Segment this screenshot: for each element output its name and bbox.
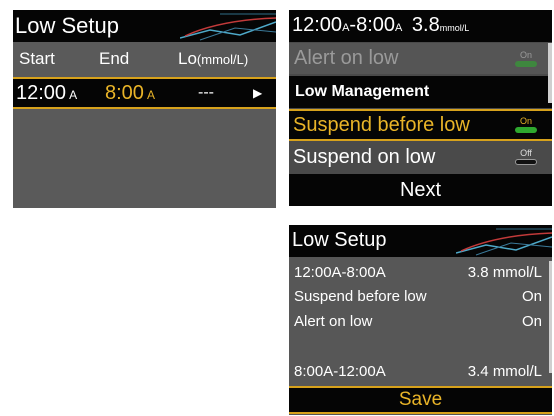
suspend-before-low-item[interactable]: Suspend before low On bbox=[289, 109, 552, 141]
summary-row: 8:00A-12:00A 3.4 mmol/L bbox=[289, 360, 552, 382]
screen-title: Low Setup bbox=[292, 229, 387, 251]
column-lo: Lo(mmol/L) bbox=[178, 49, 249, 68]
next-button-label: Next bbox=[399, 178, 442, 201]
title-bar: Low Setup bbox=[13, 10, 276, 42]
low-setup-summary-screen: Low Setup 12:00A-8:00A 3.8 mmol/L Suspen… bbox=[289, 225, 552, 415]
summary-left: 8:00A-12:00A bbox=[294, 362, 386, 380]
summary-row: Alert on low On bbox=[289, 310, 552, 332]
screen-title: Low Setup bbox=[15, 13, 119, 38]
low-setup-list-screen: Low Setup Start End Lo(mmol/L) 12:00 A 8:… bbox=[13, 10, 276, 208]
segment-lo-value[interactable]: --- bbox=[198, 84, 214, 102]
segment-end-time[interactable]: 8:00 A bbox=[105, 82, 155, 105]
column-start: Start bbox=[19, 49, 55, 68]
suspend-on-low-label: Suspend on low bbox=[293, 145, 436, 168]
suspend-before-low-toggle[interactable]: On bbox=[515, 116, 537, 134]
segment-title: 12:00A-8:00A 3.8mmol/L bbox=[292, 14, 470, 36]
alert-on-low-toggle[interactable]: On bbox=[515, 50, 537, 68]
summary-left: Alert on low bbox=[294, 312, 373, 330]
header-wave-graphic bbox=[456, 228, 552, 256]
summary-row: 12:00A-8:00A 3.8 mmol/L bbox=[289, 261, 552, 283]
scrollbar[interactable] bbox=[548, 43, 552, 103]
summary-left: Suspend before low bbox=[294, 287, 427, 305]
segment-start-time[interactable]: 12:00 A bbox=[16, 82, 77, 105]
time-segment-row[interactable]: 12:00 A 8:00 A --- ▶ bbox=[13, 77, 276, 109]
suspend-before-low-label: Suspend before low bbox=[293, 113, 470, 136]
summary-right: On bbox=[521, 312, 542, 330]
summary-left: 12:00A-8:00A bbox=[294, 263, 386, 281]
suspend-on-low-toggle[interactable]: Off bbox=[515, 148, 537, 166]
suspend-on-low-item[interactable]: Suspend on low Off bbox=[289, 141, 552, 173]
save-button-label: Save bbox=[398, 389, 443, 410]
title-bar: Low Setup bbox=[289, 225, 552, 257]
header-wave-graphic bbox=[180, 13, 276, 41]
next-button[interactable]: Next bbox=[289, 174, 552, 206]
column-end: End bbox=[99, 49, 130, 68]
summary-right: 3.4 mmol/L bbox=[467, 362, 542, 380]
alert-on-low-item[interactable]: Alert on low On bbox=[289, 43, 552, 74]
summary-right: On bbox=[521, 287, 542, 305]
alert-on-low-label: Alert on low bbox=[294, 47, 399, 69]
right-arrow-icon[interactable]: ▶ bbox=[253, 86, 262, 100]
summary-right: 3.8 mmol/L bbox=[467, 263, 542, 281]
low-management-section-header: Low Management bbox=[289, 76, 552, 108]
low-settings-screen: 12:00A-8:00A 3.8mmol/L Alert on low On L… bbox=[289, 10, 552, 206]
summary-row: Suspend before low On bbox=[289, 285, 552, 307]
section-header-label: Low Management bbox=[295, 83, 430, 100]
title-bar: 12:00A-8:00A 3.8mmol/L bbox=[289, 10, 552, 42]
scrollbar[interactable] bbox=[549, 261, 552, 373]
column-header-row: Start End Lo(mmol/L) bbox=[13, 45, 276, 73]
save-button[interactable]: Save bbox=[289, 386, 552, 414]
